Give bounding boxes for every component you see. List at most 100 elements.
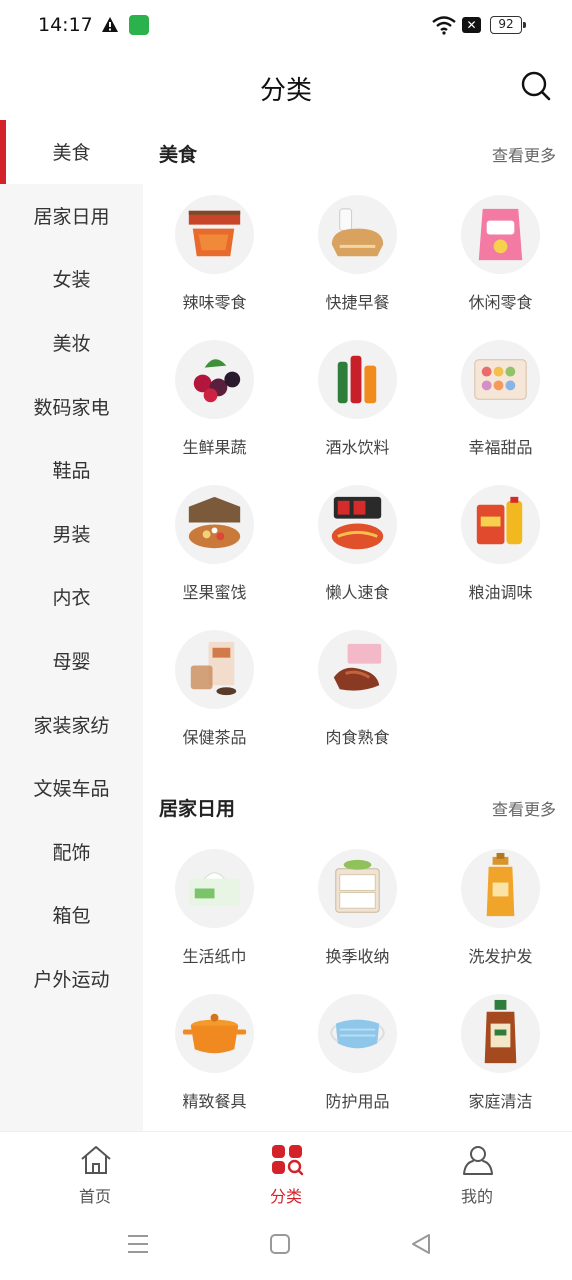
tissue-pack-image: [175, 849, 254, 928]
chips-bag-image: [461, 195, 540, 274]
tea-box-image: [175, 630, 254, 709]
sidebar-item[interactable]: 美妆: [0, 311, 143, 375]
category-item[interactable]: 辣味零食: [143, 195, 286, 325]
bread-milk-image: [318, 195, 397, 274]
category-item[interactable]: 幸福甜品: [429, 340, 572, 470]
home-icon: [81, 1146, 111, 1174]
wifi-icon: [432, 16, 456, 35]
sidebar-item[interactable]: 内衣: [0, 565, 143, 629]
user-icon: [463, 1146, 493, 1175]
tab-profile[interactable]: 我的: [382, 1132, 572, 1212]
sidebar-item[interactable]: 配饰: [0, 820, 143, 884]
category-item[interactable]: 坚果蜜饯: [143, 485, 286, 615]
menu-icon[interactable]: [127, 1233, 149, 1255]
category-item[interactable]: 酒水饮料: [286, 340, 429, 470]
section-header-food: 美食 查看更多: [159, 140, 556, 170]
nut-gift-box-image: [175, 485, 254, 564]
sidebar-item-label: 鞋品: [52, 460, 91, 483]
category-item[interactable]: 生鲜果蔬: [143, 340, 286, 470]
disinfectant-bottle-image: [461, 994, 540, 1073]
section-header-household: 居家日用 查看更多: [159, 794, 556, 824]
category-item[interactable]: 洗发护发: [429, 849, 572, 979]
category-item[interactable]: 粮油调味: [429, 485, 572, 615]
status-time: 14:17: [38, 14, 93, 36]
category-item-label: 辣味零食: [182, 293, 247, 312]
sidebar-item-label: 内衣: [52, 587, 91, 610]
view-more-link[interactable]: 查看更多: [492, 142, 556, 166]
category-item[interactable]: 家庭清洁: [429, 994, 572, 1124]
berries-image: [175, 340, 254, 419]
sidebar-item-label: 美食: [52, 142, 91, 165]
tab-label: 我的: [460, 1187, 493, 1206]
category-item-label: 肉食熟食: [325, 728, 390, 747]
warning-icon: [102, 17, 118, 32]
sidebar-item-label: 文娱车品: [33, 778, 110, 801]
sidebar-item-label: 女装: [52, 269, 91, 292]
face-mask-image: [318, 994, 397, 1073]
back-icon[interactable]: [410, 1233, 432, 1255]
sidebar-item[interactable]: 男装: [0, 502, 143, 566]
sidebar-item-label: 美妆: [52, 333, 91, 356]
instant-noodle-image: [318, 485, 397, 564]
sidebar-item[interactable]: 鞋品: [0, 438, 143, 502]
view-more-link[interactable]: 查看更多: [492, 796, 556, 820]
rice-oil-image: [461, 485, 540, 564]
no-sim-icon: ✕: [462, 17, 481, 33]
tab-label: 分类: [269, 1187, 302, 1206]
sidebar-item[interactable]: 居家日用: [0, 184, 143, 248]
category-item-label: 生鲜果蔬: [182, 438, 247, 457]
battery-icon: 92: [490, 16, 526, 34]
sidebar-item[interactable]: 美食: [0, 120, 143, 184]
category-item[interactable]: 换季收纳: [286, 849, 429, 979]
category-item[interactable]: 快捷早餐: [286, 195, 429, 325]
category-item[interactable]: 生活纸巾: [143, 849, 286, 979]
category-item-label: 快捷早餐: [325, 293, 390, 312]
category-item[interactable]: 保健茶品: [143, 630, 286, 760]
battery-level: 92: [498, 17, 514, 31]
category-item[interactable]: 肉食熟食: [286, 630, 429, 760]
category-sidebar: 美食居家日用女装美妆数码家电鞋品男装内衣母婴家装家纺文娱车品配饰箱包户外运动: [0, 120, 143, 1131]
home-square-icon[interactable]: [269, 1233, 291, 1255]
sidebar-item-label: 母婴: [52, 651, 91, 674]
sidebar-item[interactable]: 文娱车品: [0, 756, 143, 820]
sidebar-item[interactable]: 户外运动: [0, 947, 143, 1011]
sidebar-item-label: 男装: [52, 523, 91, 546]
category-item-label: 生活纸巾: [182, 947, 247, 966]
header: 分类: [0, 54, 572, 120]
sidebar-item-label: 箱包: [52, 905, 91, 928]
category-item-label: 洗发护发: [468, 947, 533, 966]
sidebar-item[interactable]: 数码家电: [0, 374, 143, 438]
sidebar-item[interactable]: 母婴: [0, 629, 143, 693]
section-title: 美食: [159, 144, 198, 166]
category-item[interactable]: 休闲零食: [429, 195, 572, 325]
category-icon: [272, 1145, 304, 1176]
app-notification-icon: [129, 15, 149, 35]
category-item[interactable]: 防护用品: [286, 994, 429, 1124]
category-item-label: 懒人速食: [325, 583, 390, 602]
page-title: 分类: [259, 76, 312, 106]
category-item-label: 坚果蜜饯: [182, 583, 247, 602]
search-icon[interactable]: [520, 70, 552, 102]
category-item-label: 家庭清洁: [468, 1092, 533, 1111]
tab-label: 首页: [78, 1187, 111, 1206]
category-content[interactable]: 美食 查看更多 辣味零食 快捷早餐 休闲零食生鲜果蔬 酒水饮料 幸福甜品坚果蜜饯 懒人速食…: [143, 120, 572, 1131]
category-item-label: 精致餐具: [182, 1092, 247, 1111]
sidebar-item-label: 居家日用: [33, 205, 110, 228]
category-item-label: 换季收纳: [325, 947, 390, 966]
category-item-label: 粮油调味: [468, 583, 533, 602]
drink-bottles-image: [318, 340, 397, 419]
sidebar-item[interactable]: 女装: [0, 247, 143, 311]
sidebar-item[interactable]: 箱包: [0, 883, 143, 947]
category-item[interactable]: 精致餐具: [143, 994, 286, 1124]
storage-drawer-image: [318, 849, 397, 928]
category-item[interactable]: 懒人速食: [286, 485, 429, 615]
sidebar-item[interactable]: 家装家纺: [0, 692, 143, 756]
category-item-label: 防护用品: [325, 1092, 390, 1111]
category-item-label: 酒水饮料: [325, 438, 390, 457]
category-item-label: 保健茶品: [182, 728, 247, 747]
tab-home[interactable]: 首页: [0, 1132, 190, 1212]
sidebar-item-label: 数码家电: [33, 396, 110, 419]
bottom-tab-bar: 首页 分类 我的: [0, 1131, 572, 1211]
tab-category[interactable]: 分类: [191, 1132, 381, 1212]
category-item-label: 幸福甜品: [468, 438, 533, 457]
